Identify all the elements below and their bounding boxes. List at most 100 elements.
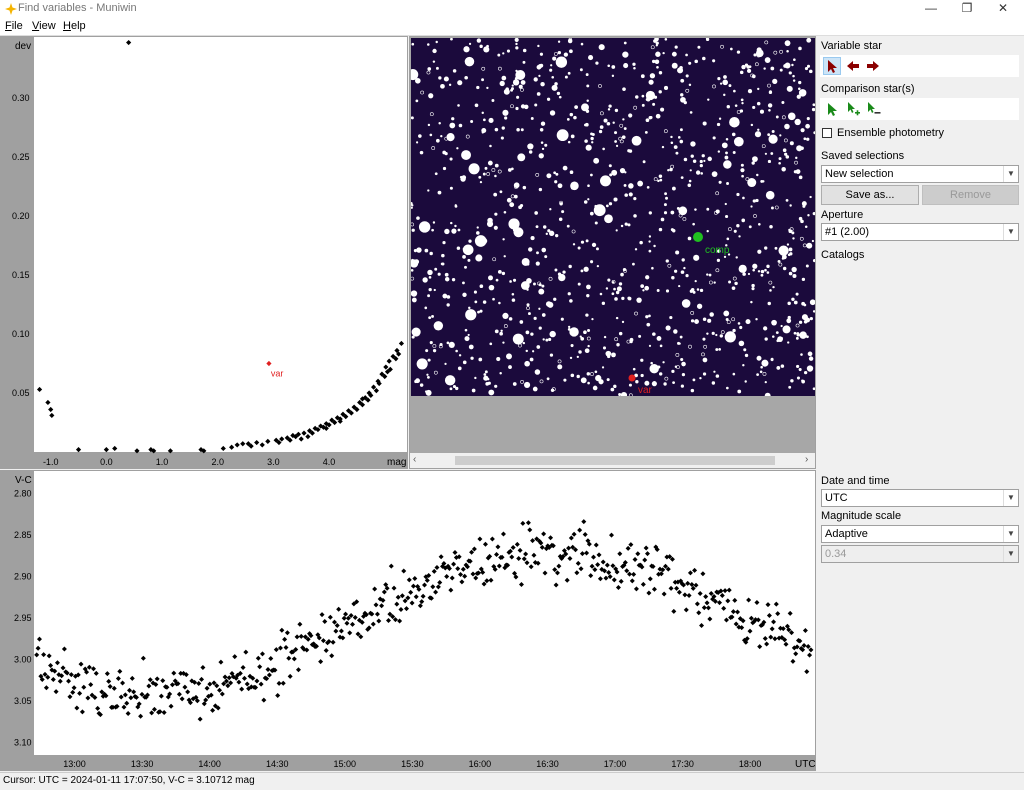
light-curve-panel[interactable]: V-C UTC 2.80 2.85 2.90 2.95 3.00 3.05 3.10 13:… <box>0 470 816 771</box>
previous-variable-button[interactable] <box>845 58 861 74</box>
chart-view-panel[interactable]: comp var ‹ › <box>409 36 816 469</box>
mag-dev-graph[interactable]: dev mag 0.05 0.10 0.15 0.20 0.25 0.30 -1.0 0.0… <box>1 37 407 468</box>
star <box>780 336 783 340</box>
star <box>611 169 618 176</box>
star <box>614 108 619 113</box>
data-point <box>412 575 418 581</box>
star <box>706 332 709 335</box>
star <box>535 261 540 266</box>
star <box>579 68 583 72</box>
star <box>542 338 545 341</box>
star <box>488 117 494 123</box>
star <box>618 331 623 336</box>
star <box>591 318 594 321</box>
star <box>476 38 482 43</box>
y-tick-label: 0.25 <box>12 152 30 162</box>
data-point <box>34 652 40 658</box>
star <box>511 87 514 91</box>
next-variable-button[interactable] <box>865 58 881 74</box>
maximize-button[interactable]: ❐ <box>950 0 984 18</box>
star <box>658 90 662 94</box>
menu-file[interactable]: File <box>5 20 23 32</box>
star <box>680 384 684 388</box>
star <box>598 44 605 51</box>
data-point <box>437 580 443 586</box>
data-point <box>642 557 648 563</box>
data-point <box>790 658 796 664</box>
star <box>627 223 631 227</box>
light-curve-graph[interactable]: V-C UTC 2.80 2.85 2.90 2.95 3.00 3.05 3.10 13:… <box>1 471 815 770</box>
star <box>651 59 656 64</box>
close-button[interactable]: ✕ <box>986 0 1020 18</box>
data-point <box>240 441 246 447</box>
mag-dev-graph-panel[interactable]: dev mag 0.05 0.10 0.15 0.20 0.25 0.30 -1.0 0.0… <box>0 36 408 469</box>
star <box>530 332 534 336</box>
star <box>515 106 519 111</box>
star <box>678 206 688 216</box>
remove-comparison-button[interactable] <box>865 101 881 117</box>
date-time-select[interactable]: UTC ▼ <box>821 489 1019 507</box>
star <box>724 155 729 160</box>
star <box>670 141 674 145</box>
star <box>511 84 514 87</box>
data-point <box>697 591 703 597</box>
star <box>685 74 689 78</box>
star <box>787 341 790 344</box>
star <box>757 249 762 254</box>
star <box>777 259 781 263</box>
star <box>781 167 786 172</box>
star <box>524 360 530 367</box>
data-point <box>374 611 380 617</box>
star <box>808 69 813 74</box>
star <box>526 262 530 266</box>
ensemble-photometry-checkbox[interactable] <box>822 128 832 138</box>
data-point <box>575 560 581 566</box>
add-comparison-button[interactable] <box>845 101 861 117</box>
data-point <box>514 541 520 547</box>
star <box>742 196 745 200</box>
variable-star-marker[interactable] <box>628 374 636 382</box>
save-as-button[interactable]: Save as... <box>821 185 919 205</box>
horizontal-scrollbar[interactable]: ‹ › <box>410 453 815 468</box>
select-comparison-button[interactable] <box>824 101 840 117</box>
star <box>787 315 791 320</box>
star <box>702 337 706 341</box>
scroll-left-icon[interactable]: ‹ <box>413 454 416 465</box>
star-chart[interactable]: comp var <box>411 38 815 396</box>
star <box>478 357 483 362</box>
star <box>632 62 636 66</box>
data-point <box>66 678 72 684</box>
select-variable-button[interactable] <box>823 57 841 75</box>
scroll-right-icon[interactable]: › <box>805 454 808 465</box>
star <box>434 172 438 176</box>
star <box>541 147 545 151</box>
aperture-select[interactable]: #1 (2.00) ▼ <box>821 223 1019 241</box>
data-point <box>232 654 238 660</box>
star <box>494 163 499 168</box>
star <box>770 152 774 155</box>
saved-selections-select[interactable]: New selection ▼ <box>821 165 1019 183</box>
data-point <box>127 687 133 693</box>
scrollbar-thumb[interactable] <box>455 456 775 465</box>
star <box>502 238 505 241</box>
minimize-button[interactable]: — <box>914 0 948 18</box>
magnitude-range-select[interactable]: 0.34 ▼ <box>821 545 1019 563</box>
remove-button[interactable]: Remove <box>922 185 1019 205</box>
star <box>800 219 804 224</box>
star <box>606 378 610 382</box>
star <box>444 272 449 277</box>
menu-help[interactable]: Help <box>63 20 86 32</box>
star <box>489 342 493 346</box>
star <box>528 312 531 316</box>
star <box>740 98 744 102</box>
star <box>523 381 531 389</box>
star <box>775 115 779 119</box>
star <box>476 231 480 235</box>
star <box>771 129 775 134</box>
magnitude-scale-select[interactable]: Adaptive ▼ <box>821 525 1019 543</box>
star <box>416 247 422 253</box>
star <box>785 199 789 202</box>
star <box>431 228 434 232</box>
menu-view[interactable]: View <box>32 20 56 32</box>
comparison-star-marker[interactable] <box>693 232 703 242</box>
